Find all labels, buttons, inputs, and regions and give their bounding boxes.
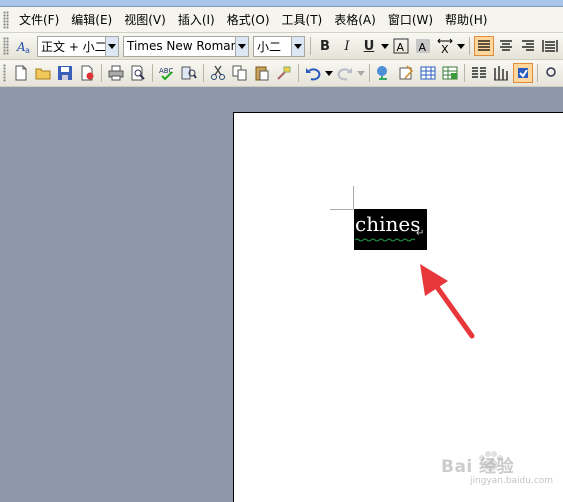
watermark-url: jingyan.baidu.com (470, 476, 554, 486)
watermark-brand: Bai 经验 (441, 457, 515, 477)
red-annotation-arrow (420, 264, 475, 339)
